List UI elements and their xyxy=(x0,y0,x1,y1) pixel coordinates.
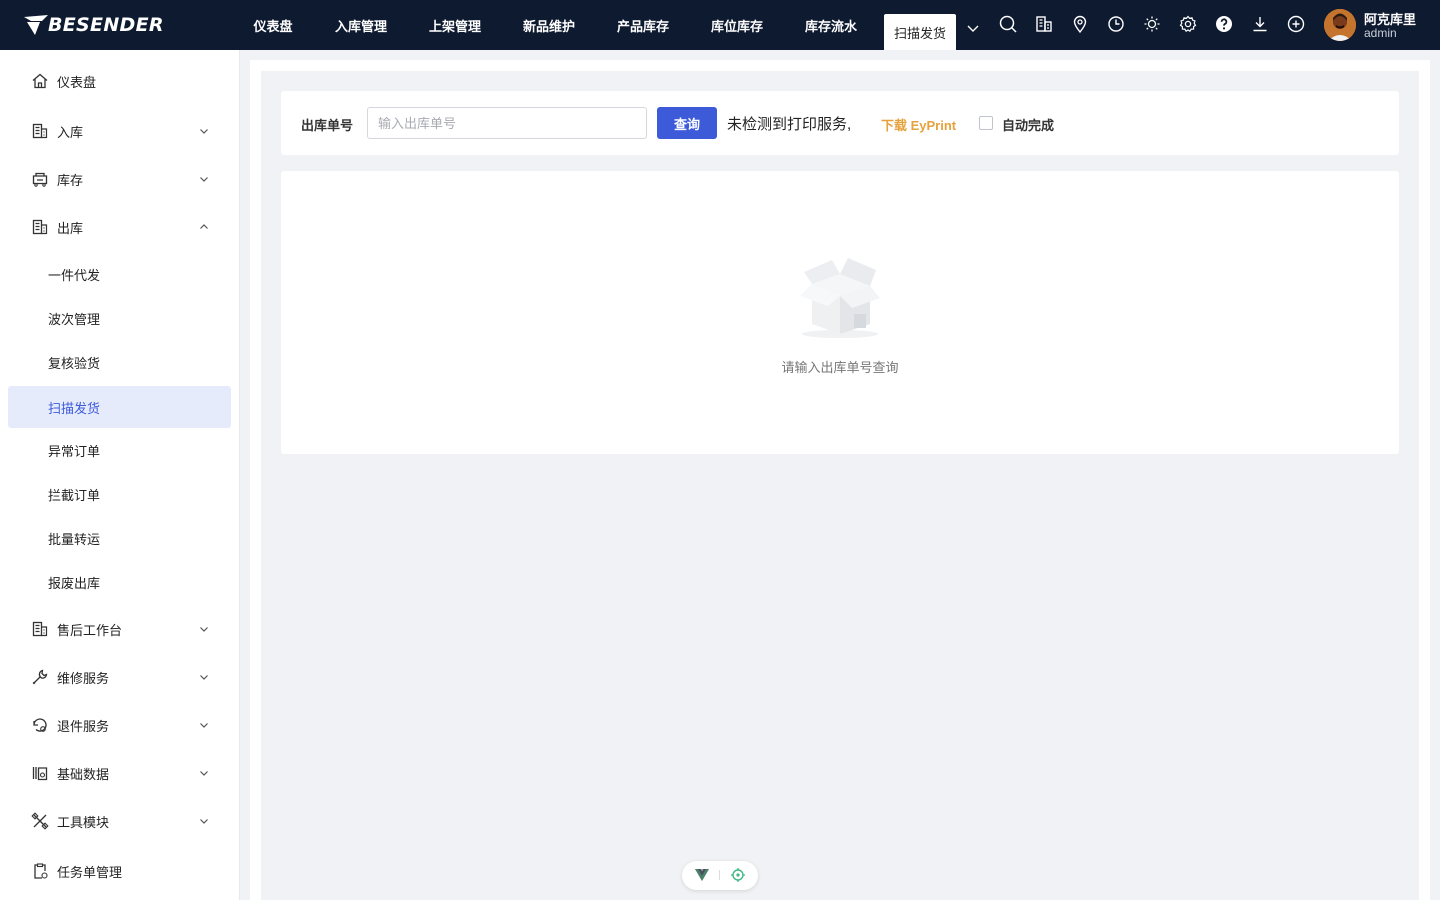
print-service-status: 未检测到打印服务, xyxy=(727,116,852,133)
location-pin-icon[interactable] xyxy=(1070,14,1090,34)
sidebar-subitem-label: 批量转运 xyxy=(48,531,101,547)
inventory-icon xyxy=(32,172,48,187)
home-icon xyxy=(32,73,48,89)
sidebar-item-tools-module[interactable]: 工具模块 xyxy=(0,801,240,841)
sidebar-item-label: 基础数据 xyxy=(57,766,110,782)
sidebar-item-aftersales-workbench[interactable]: 售后工作台 xyxy=(0,609,240,649)
sidebar-item-basic-data[interactable]: 基础数据 xyxy=(0,753,240,793)
tab-scan-shipping[interactable]: 扫描发货 xyxy=(884,14,956,50)
tabs-more-chevron-down-icon[interactable] xyxy=(963,18,983,38)
empty-box-icon xyxy=(800,258,880,338)
chevron-down-icon xyxy=(200,177,208,182)
sidebar-subitem-label: 复核验货 xyxy=(48,355,101,371)
sidebar-subitem-label: 一件代发 xyxy=(48,267,101,283)
sidebar-subitem-label: 报废出库 xyxy=(48,575,101,591)
sidebar-item-repair-service[interactable]: 维修服务 xyxy=(0,657,240,697)
auto-complete-checkbox[interactable] xyxy=(979,116,993,130)
avatar-portrait-icon xyxy=(1324,9,1356,41)
chevron-down-icon xyxy=(200,819,208,824)
search-icon[interactable] xyxy=(998,14,1018,34)
auto-complete-label[interactable]: 自动完成 xyxy=(1002,115,1054,134)
sidebar-subitem-label: 拦截订单 xyxy=(48,487,101,503)
floating-bar-divider xyxy=(719,870,720,880)
chevron-down-icon xyxy=(200,675,208,680)
logo-text: BESENDER xyxy=(48,14,164,36)
order-number-input[interactable] xyxy=(367,107,647,139)
sidebar-subitem-scrap-outbound[interactable]: 报废出库 xyxy=(8,561,231,603)
sidebar-subitem-label: 异常订单 xyxy=(48,443,101,459)
brand-logo[interactable]: BESENDER xyxy=(22,12,164,38)
tools-icon xyxy=(31,812,49,830)
help-icon[interactable] xyxy=(1214,14,1234,34)
sidebar-subitem-review-inspection[interactable]: 复核验货 xyxy=(8,341,231,383)
plus-circle-icon[interactable] xyxy=(1286,14,1306,34)
sidebar-subitem-label: 波次管理 xyxy=(48,311,101,327)
tab-shelving-management[interactable]: 上架管理 xyxy=(421,0,489,50)
sidebar-subitem-scan-shipping[interactable]: 扫描发货 xyxy=(8,386,231,428)
tab-dashboard[interactable]: 仪表盘 xyxy=(241,0,305,50)
sidebar-subitem-batch-transfer[interactable]: 批量转运 xyxy=(8,517,231,559)
sidebar-item-label: 维修服务 xyxy=(57,670,110,686)
sidebar-item-task-management[interactable]: 任务单管理 xyxy=(0,851,240,891)
task-icon xyxy=(34,863,48,879)
chevron-down-icon xyxy=(200,771,208,776)
devtools-floating-bar xyxy=(682,861,758,890)
inbound-icon xyxy=(32,123,48,139)
chevron-up-icon xyxy=(200,224,208,229)
top-navbar: BESENDER 仪表盘 入库管理 上架管理 新品维护 产品库存 库位库存 库存… xyxy=(0,0,1440,50)
tab-inbound-management[interactable]: 入库管理 xyxy=(327,0,395,50)
sidebar-item-label: 退件服务 xyxy=(57,718,110,734)
database-icon xyxy=(32,767,48,781)
vue-logo-icon[interactable] xyxy=(695,868,709,882)
tab-new-product-maintenance[interactable]: 新品维护 xyxy=(515,0,583,50)
crosshair-target-icon[interactable] xyxy=(731,868,745,882)
download-eyprint-link[interactable]: 下载 EyPrint xyxy=(881,115,956,134)
sidebar-subitem-intercepted-orders[interactable]: 拦截订单 xyxy=(8,473,231,515)
building-icon[interactable] xyxy=(1034,14,1054,34)
chevron-down-icon xyxy=(200,723,208,728)
sidebar-subitem-label: 扫描发货 xyxy=(48,400,101,416)
sidebar-item-inbound[interactable]: 入库 xyxy=(0,111,240,151)
chevron-down-icon xyxy=(200,627,208,632)
download-icon[interactable] xyxy=(1250,14,1270,34)
user-role: admin xyxy=(1364,26,1397,40)
user-avatar[interactable] xyxy=(1324,9,1356,41)
sidebar-item-label: 工具模块 xyxy=(57,814,110,830)
gear-icon[interactable] xyxy=(1178,14,1198,34)
sidebar-item-inventory[interactable]: 库存 xyxy=(0,159,240,199)
sidebar-item-label: 仪表盘 xyxy=(57,74,97,90)
chevron-down-icon xyxy=(200,129,208,134)
sidebar-item-outbound[interactable]: 出库 xyxy=(0,207,240,247)
sidebar-item-dashboard[interactable]: 仪表盘 xyxy=(0,61,240,101)
sidebar-subitem-exception-orders[interactable]: 异常订单 xyxy=(8,429,231,471)
clock-icon[interactable] xyxy=(1106,14,1126,34)
tab-location-inventory[interactable]: 库位库存 xyxy=(703,0,771,50)
query-button[interactable]: 查询 xyxy=(657,107,717,139)
sidebar-item-label: 任务单管理 xyxy=(57,864,123,880)
sidebar-item-label: 出库 xyxy=(57,220,84,236)
sidebar-item-label: 入库 xyxy=(57,124,84,140)
wrench-icon xyxy=(32,669,48,685)
outbound-icon xyxy=(32,219,48,235)
sidebar-item-label: 售后工作台 xyxy=(57,622,123,638)
sun-icon[interactable] xyxy=(1142,14,1162,34)
order-number-label: 出库单号 xyxy=(301,118,354,133)
sidebar-item-label: 库存 xyxy=(57,172,84,188)
sidebar-subitem-wave-management[interactable]: 波次管理 xyxy=(8,297,231,339)
aftersales-icon xyxy=(32,621,48,637)
tab-product-inventory[interactable]: 产品库存 xyxy=(609,0,677,50)
sidebar-item-return-service[interactable]: 退件服务 xyxy=(0,705,240,745)
tab-inventory-flow[interactable]: 库存流水 xyxy=(797,0,865,50)
empty-state-text: 请输入出库单号查询 xyxy=(781,360,899,375)
sidebar-subitem-dropship[interactable]: 一件代发 xyxy=(8,253,231,295)
return-icon xyxy=(33,718,47,732)
